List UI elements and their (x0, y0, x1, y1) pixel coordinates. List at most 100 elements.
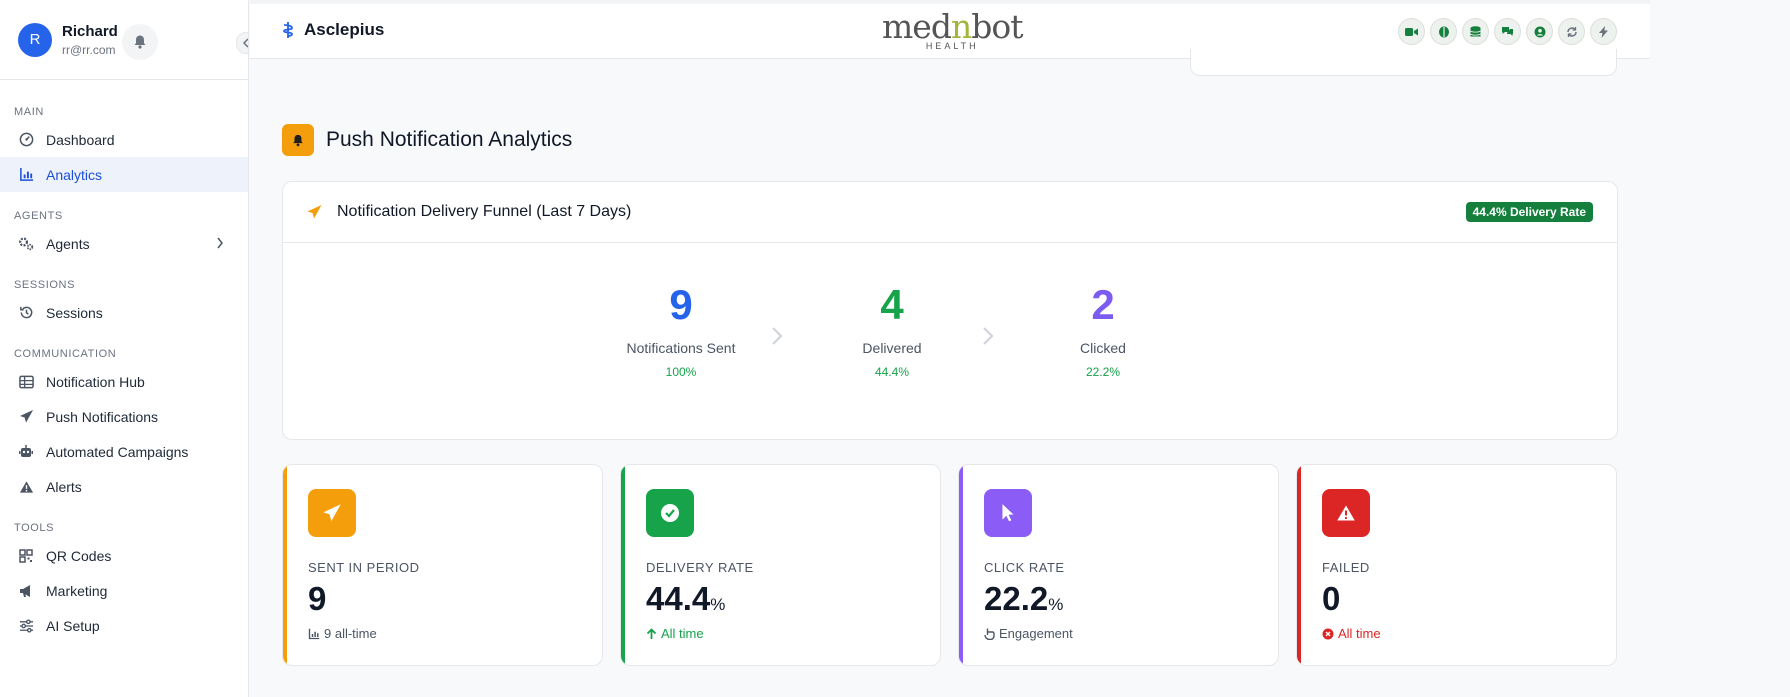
stat-value: 22.2% (984, 580, 1063, 618)
avatar[interactable]: R (18, 22, 52, 57)
database-button[interactable] (1462, 18, 1489, 45)
grid-table-icon (18, 374, 34, 390)
sidebar-item-marketing[interactable]: Marketing (0, 573, 248, 608)
bolt-icon (1599, 25, 1608, 38)
funnel-title: Notification Delivery Funnel (Last 7 Day… (337, 203, 632, 220)
sidebar-item-label: Notification Hub (46, 373, 145, 390)
funnel-header: Notification Delivery Funnel (Last 7 Day… (283, 182, 1617, 243)
delivery-funnel-card: Notification Delivery Funnel (Last 7 Day… (282, 181, 1618, 440)
funnel-label: Clicked (1080, 340, 1126, 356)
chat-button[interactable] (1494, 18, 1521, 45)
sidebar-item-notification-hub[interactable]: Notification Hub (0, 364, 248, 399)
sidebar-item-label: Push Notifications (46, 408, 159, 425)
sidebar-item-label: AI Setup (46, 617, 100, 634)
paper-plane-icon (308, 489, 356, 537)
sidebar-item-label: Marketing (46, 582, 108, 599)
section-title: Push Notification Analytics (326, 128, 573, 151)
nav-section-sessions: SESSIONS (14, 279, 76, 291)
funnel-value: 2 (1091, 281, 1115, 328)
robot-icon (18, 444, 34, 460)
stat-number: 0 (1322, 580, 1341, 617)
notifications-button[interactable] (122, 24, 158, 60)
bolt-button[interactable] (1590, 18, 1617, 45)
funnel-stage-delivered: 4 Delivered 44.4% (822, 281, 962, 380)
sidebar-item-label: Alerts (46, 478, 82, 495)
stat-card-delivery-rate: DELIVERY RATE 44.4% All time (620, 464, 941, 666)
funnel-label: Notifications Sent (626, 340, 736, 356)
sidebar-item-label: Sessions (46, 304, 103, 321)
stat-subtext: Engagement (984, 626, 1073, 641)
main-content: Push Notification Analytics Notification… (250, 49, 1650, 697)
collapse-sidebar-button[interactable] (236, 32, 248, 54)
bell-icon (282, 124, 314, 156)
sidebar-item-dashboard[interactable]: Dashboard (0, 122, 248, 157)
stat-subtext-label: Engagement (999, 626, 1073, 641)
funnel-value: 9 (669, 281, 693, 328)
gauge-icon (18, 132, 34, 148)
sidebar-item-label: QR Codes (46, 547, 112, 564)
stat-subtext: 9 all-time (308, 626, 377, 641)
arrow-up-icon (646, 627, 657, 639)
sidebar-item-label: Analytics (46, 166, 103, 183)
user-circle-icon (1534, 26, 1545, 37)
stat-subtext-label: All time (1338, 626, 1381, 641)
paper-plane-icon (18, 409, 34, 425)
megaphone-icon (18, 583, 34, 599)
pointer-hand-icon (984, 628, 995, 640)
chat-icon (1502, 27, 1513, 36)
stat-unit: % (1048, 595, 1064, 614)
chevron-right-icon (983, 327, 994, 345)
sidebar: R Richard rr@rr.com MAIN Dashboard Analy… (0, 0, 249, 697)
profile-button[interactable] (1526, 18, 1553, 45)
sync-icon (1566, 26, 1577, 37)
nav-section-communication: COMMUNICATION (14, 348, 117, 360)
sidebar-item-ai-setup[interactable]: AI Setup (0, 608, 248, 643)
brain-button[interactable] (1430, 18, 1457, 45)
sidebar-item-sessions[interactable]: Sessions (0, 295, 248, 330)
sidebar-item-label: Agents (46, 235, 90, 252)
sidebar-item-analytics[interactable]: Analytics (0, 157, 248, 192)
gears-icon (18, 236, 34, 252)
funnel-percent: 100% (665, 365, 697, 379)
sidebar-item-label: Dashboard (46, 131, 115, 148)
sidebar-item-push-notifications[interactable]: Push Notifications (0, 399, 248, 434)
video-icon (1405, 27, 1418, 36)
warning-icon (1322, 489, 1370, 537)
chart-icon (308, 628, 320, 639)
stat-subtext: All time (1322, 626, 1381, 641)
sidebar-item-alerts[interactable]: Alerts (0, 469, 248, 504)
video-button[interactable] (1398, 18, 1425, 45)
stat-number: 22.2 (984, 580, 1049, 617)
user-profile[interactable]: R Richard rr@rr.com (0, 0, 248, 80)
stat-label: SENT IN PERIOD (308, 560, 420, 575)
stat-subtext-label: 9 all-time (324, 626, 377, 641)
user-email: rr@rr.com (62, 42, 116, 57)
header-actions (1398, 18, 1622, 45)
stat-card-click-rate: CLICK RATE 22.2% Engagement (958, 464, 1279, 666)
check-circle-icon (646, 489, 694, 537)
delivery-rate-badge: 44.4% Delivery Rate (1465, 202, 1593, 222)
sidebar-item-automated-campaigns[interactable]: Automated Campaigns (0, 434, 248, 469)
nav-section-main: MAIN (14, 106, 44, 118)
sidebar-item-label: Automated Campaigns (46, 443, 189, 460)
funnel-stage-clicked: 2 Clicked 22.2% (1033, 281, 1173, 380)
funnel-percent: 44.4% (874, 365, 910, 379)
paper-plane-icon (307, 205, 322, 219)
stat-card-failed: FAILED 0 All time (1296, 464, 1617, 666)
app-brand[interactable]: Asclepius (280, 20, 384, 40)
sidebar-item-qr-codes[interactable]: QR Codes (0, 538, 248, 573)
stat-value: 44.4% (646, 580, 725, 618)
stat-unit: % (710, 595, 726, 614)
funnel-value: 4 (880, 281, 904, 328)
sidebar-item-agents[interactable]: Agents (0, 226, 248, 261)
logo-text-post: bot (971, 7, 1023, 46)
qr-code-icon (18, 548, 34, 564)
warning-icon (18, 479, 34, 495)
stat-value: 0 (1322, 580, 1340, 618)
stat-value: 9 (308, 580, 326, 618)
app-name: Asclepius (304, 20, 385, 39)
sliders-icon (18, 618, 34, 634)
sync-button[interactable] (1558, 18, 1585, 45)
stat-label: CLICK RATE (984, 560, 1065, 575)
stat-number: 44.4 (646, 580, 711, 617)
